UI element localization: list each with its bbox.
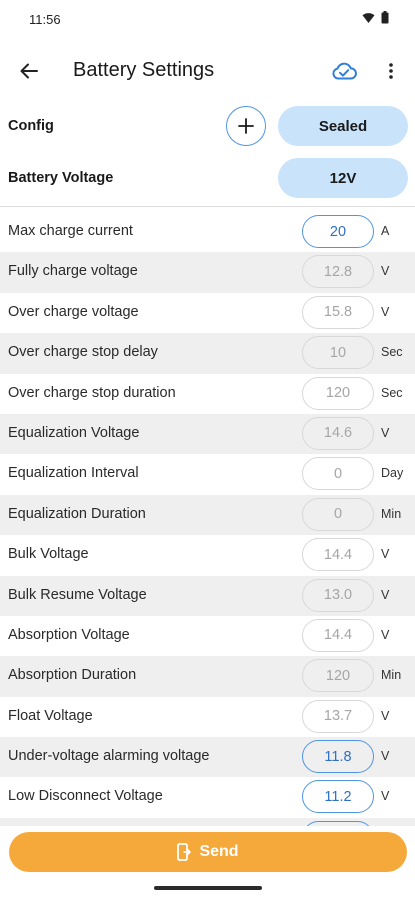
setting-row-low-disconnect-voltage: Low Disconnect Voltage 11.2 V (0, 777, 415, 817)
value-input[interactable]: 11.2 (302, 780, 374, 814)
unit-label: Sec (381, 345, 403, 360)
more-vert-icon (389, 63, 393, 79)
status-bar: 11:56 (0, 0, 415, 40)
value-input[interactable]: 15.8 (302, 295, 374, 329)
settings-list: Max charge current 20 A Fully charge vol… (0, 212, 415, 830)
cloud-sync-button[interactable] (328, 56, 360, 86)
send-label: Send (199, 843, 239, 860)
unit-label: V (381, 264, 390, 279)
unit-label: V (381, 708, 390, 723)
unit-label: Sec (381, 385, 403, 400)
unit-label: Min (381, 668, 402, 683)
setting-label: Max charge current (8, 223, 133, 239)
unit-label: V (381, 789, 390, 804)
setting-row-absorption-voltage: Absorption Voltage 14.4 V (0, 616, 415, 656)
setting-row-bulk-voltage: Bulk Voltage 14.4 V (0, 535, 415, 575)
status-icons (362, 11, 389, 24)
setting-label: Over charge voltage (8, 303, 139, 320)
setting-row-fully-charge-voltage: Fully charge voltage 12.8 V (0, 252, 415, 293)
setting-label: Bulk Voltage (8, 546, 89, 563)
setting-row-float-voltage: Float Voltage 13.7 V (0, 697, 415, 737)
value-input[interactable]: 10 (302, 336, 374, 370)
unit-label: V (381, 304, 390, 319)
setting-row-over-charge-voltage: Over charge voltage 15.8 V (0, 293, 415, 333)
send-button[interactable]: Send (9, 832, 407, 872)
unit-label: V (381, 547, 390, 562)
value-input[interactable]: 12.8 (302, 255, 374, 289)
setting-row-equalization-voltage: Equalization Voltage 14.6 V (0, 413, 415, 455)
status-time: 11:56 (29, 12, 61, 27)
back-arrow-icon (20, 63, 38, 79)
unit-label: Day (381, 466, 404, 481)
back-button[interactable] (14, 56, 44, 86)
setting-row-absorption-duration: Absorption Duration 120 Min (0, 656, 415, 697)
setting-label: Under-voltage alarming voltage (8, 748, 210, 765)
setting-label: Absorption Voltage (8, 626, 130, 643)
value-input[interactable]: 14.4 (302, 538, 374, 572)
value-input[interactable]: 120 (302, 659, 374, 693)
config-label: Config (8, 118, 54, 134)
value-input[interactable]: 13.7 (302, 699, 374, 733)
value-input[interactable]: 13.0 (302, 578, 374, 612)
setting-label: Equalization Voltage (8, 424, 140, 441)
setting-label: Equalization Interval (8, 465, 139, 482)
page-title: Battery Settings (73, 59, 215, 81)
add-config-button[interactable] (226, 106, 266, 146)
send-device-icon (177, 843, 192, 861)
setting-row-equalization-interval: Equalization Interval 0 Day (0, 454, 415, 494)
unit-label: V (381, 749, 390, 764)
home-indicator[interactable] (154, 886, 262, 890)
setting-row-equalization-duration: Equalization Duration 0 Min (0, 494, 415, 536)
app-bar: Battery Settings (0, 44, 415, 96)
unit-label: V (381, 425, 390, 440)
unit-label: Min (381, 506, 402, 521)
setting-row-bulk-resume-voltage: Bulk Resume Voltage 13.0 V (0, 575, 415, 616)
value-input[interactable]: 120 (302, 376, 374, 410)
setting-label: Fully charge voltage (8, 263, 138, 280)
setting-row-over-charge-stop-duration: Over charge stop duration 120 Sec (0, 374, 415, 414)
value-input[interactable]: 11.8 (302, 740, 374, 774)
setting-label: Over charge stop delay (8, 344, 158, 361)
setting-row-over-charge-stop-delay: Over charge stop delay 10 Sec (0, 333, 415, 374)
setting-row-max-charge-current: Max charge current 20 A (0, 212, 415, 252)
setting-label: Equalization Duration (8, 505, 146, 522)
setting-label: Float Voltage (8, 707, 93, 724)
value-input[interactable]: 14.4 (302, 618, 374, 652)
bottom-bar: Send (0, 826, 415, 900)
unit-label: V (381, 587, 390, 602)
value-input[interactable]: 14.6 (302, 416, 374, 450)
battery-voltage-label: Battery Voltage (8, 170, 114, 186)
battery-icon (381, 11, 389, 24)
value-input[interactable]: 0 (302, 497, 374, 531)
more-options-button[interactable] (377, 56, 405, 86)
setting-label: Absorption Duration (8, 667, 137, 684)
value-input[interactable]: 0 (302, 457, 374, 491)
battery-voltage-button[interactable]: 12V (278, 158, 408, 198)
section-divider (0, 206, 415, 207)
unit-label: A (381, 224, 390, 238)
value-input[interactable]: 20 (302, 215, 374, 248)
setting-label: Over charge stop duration (8, 384, 176, 401)
unit-label: V (381, 627, 390, 642)
setting-label: Bulk Resume Voltage (8, 586, 147, 603)
wifi-icon (362, 12, 375, 23)
setting-label: Low Disconnect Voltage (8, 788, 163, 805)
setting-row-under-voltage-alarming-voltage: Under-voltage alarming voltage 11.8 V (0, 737, 415, 778)
cloud-check-icon (332, 62, 357, 80)
config-type-button[interactable]: Sealed (278, 106, 408, 146)
plus-icon (238, 118, 254, 134)
